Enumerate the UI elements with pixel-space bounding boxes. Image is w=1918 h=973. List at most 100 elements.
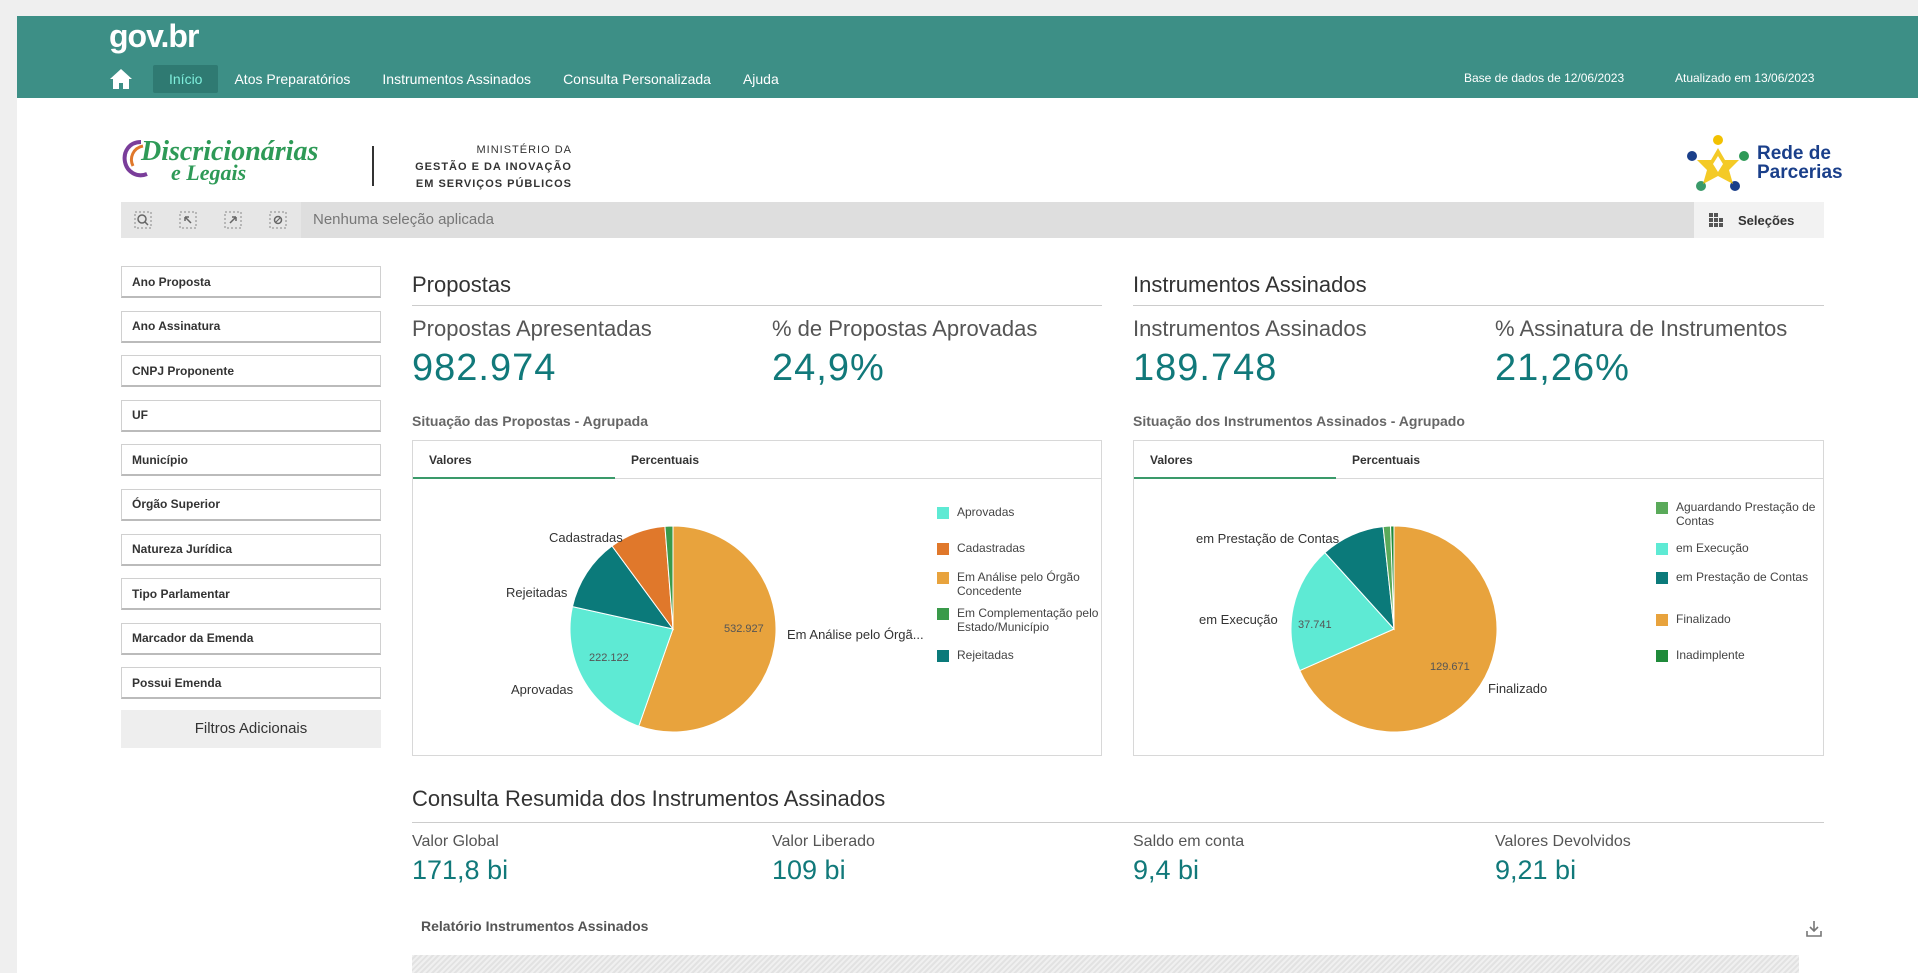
saldo-conta-label: Saldo em conta [1133,833,1245,850]
valor-global-value: 171,8 bi [412,855,509,885]
step-back-icon[interactable] [178,210,198,230]
selection-tools [121,202,301,238]
resumo-divider [412,822,1824,823]
valores-devolvidos-value: 9,21 bi [1495,855,1577,885]
updated-date: Atualizado em 13/06/2023 [1675,71,1815,85]
filter-ano-proposta[interactable]: Ano Proposta [121,266,381,298]
legend-label: Em Complementação pelo Estado/Município [957,606,1099,634]
filter-orgao-superior[interactable]: Órgão Superior [121,488,381,521]
filter-tipo-parlamentar[interactable]: Tipo Parlamentar [121,578,381,611]
legend-label: Em Análise pelo Órgão Concedente [957,570,1080,598]
legend-item[interactable]: Rejeitadas [937,648,1107,662]
resumo-title: Consulta Resumida dos Instrumentos Assin… [412,786,886,811]
partner-line1: Rede de [1757,143,1831,164]
govbr-logo[interactable]: gov.br [109,18,199,55]
main-nav: Início Atos Preparatórios Instrumentos A… [153,65,795,93]
legend-label: Inadimplente [1676,648,1745,662]
nav-instrumentos-assinados[interactable]: Instrumentos Assinados [366,65,547,93]
filter-uf[interactable]: UF [121,399,381,432]
valor-liberado-value: 109 bi [772,855,846,885]
additional-filters-button[interactable]: Filtros Adicionais [121,709,381,748]
pie1-value-analise: 532.927 [724,623,764,635]
pie2-label-finalizado: Finalizado [1488,681,1548,696]
selection-bar: Nenhuma seleção aplicada Seleções [121,202,1824,238]
pie2-label-execucao: em Execução [1199,612,1278,627]
nav-ajuda[interactable]: Ajuda [727,65,795,93]
filter-natureza-juridica[interactable]: Natureza Jurídica [121,533,381,566]
database-date: Base de dados de 12/06/2023 [1464,71,1625,85]
selections-grid-icon [1709,213,1723,227]
filter-possui-emenda[interactable]: Possui Emenda [121,667,381,700]
pie2-value-finalizado: 129.671 [1430,661,1470,673]
selections-button[interactable]: Seleções [1694,202,1824,238]
legend-label: Aprovadas [957,505,1015,519]
propostas-apresentadas-value: 982.974 [412,347,557,389]
legend-item[interactable]: Finalizado [1656,612,1826,626]
instrumentos-assinados-label: Instrumentos Assinados [1133,316,1367,341]
legend-swatch [1656,543,1668,555]
instrumentos-divider [1133,305,1824,306]
partner-name: Rede de Parcerias [1757,144,1843,182]
selection-message: Nenhuma seleção aplicada [301,202,1694,238]
valor-global-label: Valor Global [412,833,499,850]
legend-label: em Prestação de Contas [1676,570,1809,584]
step-forward-icon[interactable] [223,210,243,230]
clear-selections-icon[interactable] [268,210,288,230]
govbr-bar: gov.br Início Atos Preparatórios Instrum… [17,16,1918,98]
propostas-aprovadas-pct-label: % de Propostas Aprovadas [772,316,1038,341]
download-icon[interactable] [1804,919,1824,939]
legend-swatch [937,507,949,519]
filter-ano-assinatura[interactable]: Ano Assinatura [121,310,381,343]
legend-swatch [937,543,949,555]
legend-swatch [1656,614,1668,626]
rede-parcerias-logo: Rede de Parcerias [1687,134,1847,194]
filter-cnpj-proponente[interactable]: CNPJ Proponente [121,355,381,388]
legend-item[interactable]: em Prestação de Contas [1656,570,1826,584]
legend-item[interactable]: Em Análise pelo Órgão Concedente [937,570,1107,598]
legend-swatch [1656,650,1668,662]
propostas-chart: Valores Percentuais Cadastradas Rejeitad… [412,440,1102,756]
pie1-label-analise: Em Análise pelo Órgã... [787,627,924,642]
pie2-label-prestacao: em Prestação de Contas [1196,531,1340,546]
partner-star-icon [1687,135,1749,191]
nav-consulta-personalizada[interactable]: Consulta Personalizada [547,65,727,93]
saldo-conta-value: 9,4 bi [1133,855,1200,885]
pie1-label-rejeitadas: Rejeitadas [506,585,568,600]
instrumentos-pie [1290,525,1498,733]
propostas-chart-title: Situação das Propostas - Agrupada [412,413,648,429]
pie1-label-cadastradas: Cadastradas [549,530,623,545]
app-frame: gov.br Início Atos Preparatórios Instrum… [17,16,1918,973]
ministry-name: MINISTÉRIO DA GESTÃO E DA INOVAÇÃO EM SE… [397,142,572,193]
legend-label: Rejeitadas [957,648,1014,662]
report-title: Relatório Instrumentos Assinados [421,918,649,934]
propostas-title: Propostas [412,272,512,297]
nav-atos-preparatorios[interactable]: Atos Preparatórios [218,65,366,93]
assinatura-pct-label: % Assinatura de Instrumentos [1495,316,1788,341]
ministry-line2: GESTÃO E DA INOVAÇÃO [415,161,572,173]
propostas-divider [412,305,1102,306]
nav-inicio[interactable]: Início [153,65,219,93]
legend-item[interactable]: Cadastradas [937,541,1107,555]
filter-marcador-emenda[interactable]: Marcador da Emenda [121,622,381,655]
legend-item[interactable]: Inadimplente [1656,648,1826,662]
home-icon[interactable] [109,68,133,90]
legend-item[interactable]: Aguardando Prestação de Contas [1656,500,1826,528]
legend-label: Finalizado [1676,612,1731,626]
instrumentos-title: Instrumentos Assinados [1133,272,1367,297]
legend-swatch [937,650,949,662]
brand-line2: e Legais [171,160,247,185]
propostas-apresentadas-label: Propostas Apresentadas [412,316,652,341]
legend-swatch [937,608,949,620]
legend-label: Aguardando Prestação de Contas [1676,500,1816,528]
legend-swatch [937,572,949,584]
legend-item[interactable]: Aprovadas [937,505,1107,519]
partner-line2: Parcerias [1757,162,1843,183]
legend-label: Cadastradas [957,541,1026,555]
selections-label: Seleções [1738,212,1795,228]
instrumentos-chart: Valores Percentuais em Prestação de Cont… [1133,440,1824,756]
legend-item[interactable]: em Execução [1656,541,1826,555]
filter-municipio[interactable]: Município [121,444,381,477]
smart-search-icon[interactable] [133,210,153,230]
assinatura-pct-value: 21,26% [1495,347,1630,389]
legend-item[interactable]: Em Complementação pelo Estado/Município [937,606,1107,634]
